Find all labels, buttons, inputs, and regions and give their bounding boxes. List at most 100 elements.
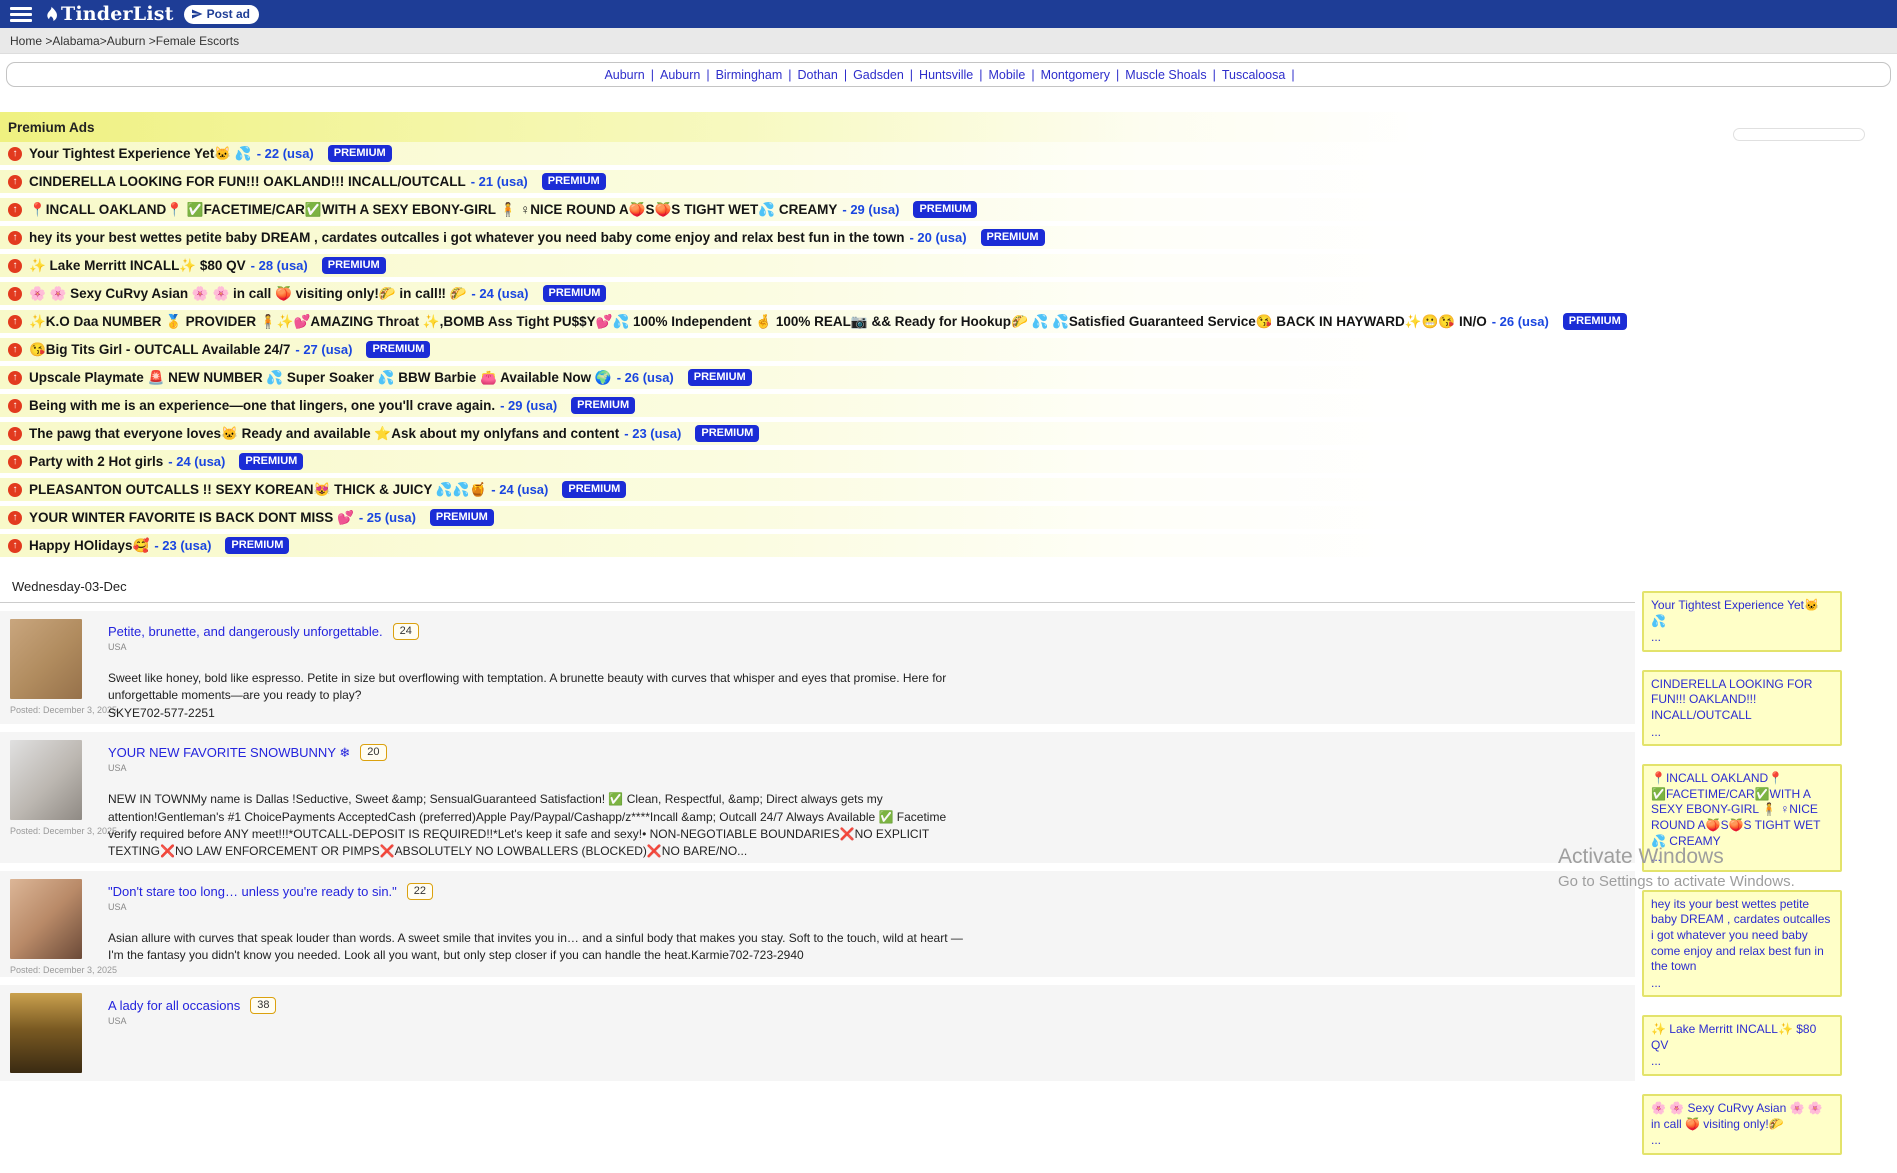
premium-ad-title[interactable]: Being with me is an experience—one that … — [29, 398, 495, 413]
city-link[interactable]: Auburn — [604, 68, 644, 82]
sidebar-box-title[interactable]: Your Tightest Experience Yet🐱 💦 — [1651, 598, 1833, 629]
premium-ad-row[interactable]: ↑ 📍INCALL OAKLAND📍 ✅FACETIME/CAR✅WITH A … — [0, 198, 1635, 221]
listing-thumbnail[interactable] — [10, 993, 82, 1073]
premium-ad-title[interactable]: 📍INCALL OAKLAND📍 ✅FACETIME/CAR✅WITH A SE… — [29, 202, 837, 218]
premium-ad-age[interactable]: - 22 (usa) — [257, 146, 314, 161]
premium-badge[interactable]: PREMIUM — [542, 173, 606, 190]
premium-ad-age[interactable]: - 21 (usa) — [471, 174, 528, 189]
listing-row: Posted: December 3, 2025 Petite, brunett… — [0, 611, 1635, 724]
premium-ad-title[interactable]: ✨K.O Daa NUMBER 🥇 PROVIDER 🧍✨💕AMAZING Th… — [29, 314, 1487, 330]
premium-ad-row[interactable]: ↑ Upscale Playmate 🚨 NEW NUMBER 💦 Super … — [0, 366, 1635, 389]
premium-ad-row[interactable]: ↑ The pawg that everyone loves🐱 Ready an… — [0, 422, 1635, 445]
premium-badge[interactable]: PREMIUM — [562, 481, 626, 498]
listing-title-link[interactable]: "Don't stare too long… unless you're rea… — [108, 884, 397, 899]
sidebar-premium-box[interactable]: 📍INCALL OAKLAND📍 ✅FACETIME/CAR✅WITH A SE… — [1642, 764, 1842, 872]
sidebar-box-title[interactable]: CINDERELLA LOOKING FOR FUN!!! OAKLAND!!!… — [1651, 677, 1833, 724]
premium-ad-row[interactable]: ↑ Party with 2 Hot girls - 24 (usa) PREM… — [0, 450, 1635, 473]
premium-badge[interactable]: PREMIUM — [695, 425, 759, 442]
premium-ad-age[interactable]: - 24 (usa) — [168, 454, 225, 469]
premium-ad-title[interactable]: CINDERELLA LOOKING FOR FUN!!! OAKLAND!!!… — [29, 174, 466, 189]
premium-ad-row[interactable]: ↑ hey its your best wettes petite baby D… — [0, 226, 1635, 249]
sidebar-box-title[interactable]: 📍INCALL OAKLAND📍 ✅FACETIME/CAR✅WITH A SE… — [1651, 771, 1833, 849]
listing-thumbnail[interactable] — [10, 619, 82, 699]
premium-ad-row[interactable]: ↑ ✨ Lake Merritt INCALL✨ $80 QV - 28 (us… — [0, 254, 1635, 277]
menu-icon[interactable] — [10, 7, 32, 22]
premium-badge[interactable]: PREMIUM — [981, 229, 1045, 246]
premium-badge[interactable]: PREMIUM — [322, 257, 386, 274]
premium-badge[interactable]: PREMIUM — [225, 537, 289, 554]
city-link[interactable]: Muscle Shoals — [1125, 68, 1206, 82]
premium-ad-row[interactable]: ↑ 🌸 🌸 Sexy CuRvy Asian 🌸 🌸 in call 🍑 vis… — [0, 282, 1635, 305]
premium-badge[interactable]: PREMIUM — [571, 397, 635, 414]
sidebar-box-title[interactable]: 🌸 🌸 Sexy CuRvy Asian 🌸 🌸 in call 🍑 visit… — [1651, 1101, 1833, 1132]
city-link[interactable]: Tuscaloosa — [1222, 68, 1285, 82]
premium-ad-age[interactable]: - 28 (usa) — [251, 258, 308, 273]
premium-badge[interactable]: PREMIUM — [239, 453, 303, 470]
city-link[interactable]: Birmingham — [716, 68, 783, 82]
premium-ad-title[interactable]: The pawg that everyone loves🐱 Ready and … — [29, 426, 619, 442]
premium-ad-row[interactable]: ↑ 😘Big Tits Girl - OUTCALL Available 24/… — [0, 338, 1635, 361]
listing-title-link[interactable]: A lady for all occasions — [108, 998, 240, 1013]
breadcrumb[interactable]: Home >Alabama>Auburn >Female Escorts — [10, 34, 239, 48]
premium-ad-row[interactable]: ↑ ✨K.O Daa NUMBER 🥇 PROVIDER 🧍✨💕AMAZING … — [0, 310, 1635, 333]
premium-ad-age[interactable]: - 20 (usa) — [909, 230, 966, 245]
sidebar-premium-box[interactable]: 🌸 🌸 Sexy CuRvy Asian 🌸 🌸 in call 🍑 visit… — [1642, 1094, 1842, 1155]
premium-ad-age[interactable]: - 29 (usa) — [500, 398, 557, 413]
premium-ad-title[interactable]: Party with 2 Hot girls — [29, 454, 163, 469]
up-arrow-icon: ↑ — [8, 483, 22, 497]
sidebar-box-title[interactable]: hey its your best wettes petite baby DRE… — [1651, 897, 1833, 975]
premium-ad-title[interactable]: Happy HOlidays🥰 — [29, 538, 149, 554]
sidebar-premium-box[interactable]: CINDERELLA LOOKING FOR FUN!!! OAKLAND!!!… — [1642, 670, 1842, 746]
premium-ad-age[interactable]: - 25 (usa) — [359, 510, 416, 525]
premium-ad-age[interactable]: - 26 (usa) — [617, 370, 674, 385]
sidebar-premium-box[interactable]: ✨ Lake Merritt INCALL✨ $80 QV ... — [1642, 1015, 1842, 1076]
city-link[interactable]: Auburn — [660, 68, 700, 82]
premium-ad-title[interactable]: Your Tightest Experience Yet🐱 💦 — [29, 146, 252, 162]
city-link[interactable]: Mobile — [988, 68, 1025, 82]
sidebar-premium-box[interactable]: hey its your best wettes petite baby DRE… — [1642, 890, 1842, 998]
premium-badge[interactable]: PREMIUM — [543, 285, 607, 302]
premium-badge[interactable]: PREMIUM — [328, 145, 392, 162]
premium-ad-age[interactable]: - 23 (usa) — [624, 426, 681, 441]
up-arrow-icon: ↑ — [8, 539, 22, 553]
sidebar-box-title[interactable]: ✨ Lake Merritt INCALL✨ $80 QV — [1651, 1022, 1833, 1053]
premium-ad-age[interactable]: - 24 (usa) — [471, 286, 528, 301]
listing-left-column: Posted: December 3, 2025 — [10, 740, 92, 861]
listing-title-link[interactable]: YOUR NEW FAVORITE SNOWBUNNY ❄ — [108, 745, 350, 761]
premium-ad-age[interactable]: - 27 (usa) — [295, 342, 352, 357]
city-separator: | — [1031, 68, 1034, 82]
premium-ad-title[interactable]: 😘Big Tits Girl - OUTCALL Available 24/7 — [29, 342, 290, 358]
premium-ad-row[interactable]: ↑ CINDERELLA LOOKING FOR FUN!!! OAKLAND!… — [0, 170, 1635, 193]
premium-badge[interactable]: PREMIUM — [1563, 313, 1627, 330]
listing-thumbnail[interactable] — [10, 879, 82, 959]
premium-badge[interactable]: PREMIUM — [430, 509, 494, 526]
premium-ad-row[interactable]: ↑ Being with me is an experience—one tha… — [0, 394, 1635, 417]
ad-scrollbar-placeholder[interactable] — [1733, 128, 1865, 141]
city-link[interactable]: Montgomery — [1041, 68, 1110, 82]
premium-ad-title[interactable]: Upscale Playmate 🚨 NEW NUMBER 💦 Super So… — [29, 370, 612, 386]
city-link[interactable]: Gadsden — [853, 68, 904, 82]
premium-ad-row[interactable]: ↑ Your Tightest Experience Yet🐱 💦 - 22 (… — [0, 142, 1635, 165]
premium-ad-title[interactable]: ✨ Lake Merritt INCALL✨ $80 QV — [29, 258, 246, 274]
city-link[interactable]: Dothan — [798, 68, 838, 82]
premium-ad-age[interactable]: - 29 (usa) — [842, 202, 899, 217]
post-ad-button[interactable]: Post ad — [184, 5, 259, 24]
premium-badge[interactable]: PREMIUM — [688, 369, 752, 386]
listing-thumbnail[interactable] — [10, 740, 82, 820]
listing-title-link[interactable]: Petite, brunette, and dangerously unforg… — [108, 624, 383, 639]
sidebar-premium-box[interactable]: Your Tightest Experience Yet🐱 💦 ... — [1642, 591, 1842, 652]
premium-ad-title[interactable]: PLEASANTON OUTCALLS !! SEXY KOREAN😻 THIC… — [29, 482, 486, 498]
premium-badge[interactable]: PREMIUM — [913, 201, 977, 218]
premium-ad-age[interactable]: - 26 (usa) — [1492, 314, 1549, 329]
premium-ad-title[interactable]: 🌸 🌸 Sexy CuRvy Asian 🌸 🌸 in call 🍑 visit… — [29, 286, 466, 302]
premium-ad-row[interactable]: ↑ Happy HOlidays🥰 - 23 (usa) PREMIUM — [0, 534, 1635, 557]
city-link[interactable]: Huntsville — [919, 68, 973, 82]
brand-logo[interactable]: TinderList — [42, 5, 174, 24]
premium-ad-title[interactable]: YOUR WINTER FAVORITE IS BACK DONT MISS 💕 — [29, 510, 354, 526]
premium-ad-title[interactable]: hey its your best wettes petite baby DRE… — [29, 230, 904, 245]
premium-ad-age[interactable]: - 24 (usa) — [491, 482, 548, 497]
premium-ad-age[interactable]: - 23 (usa) — [154, 538, 211, 553]
premium-badge[interactable]: PREMIUM — [366, 341, 430, 358]
premium-ad-row[interactable]: ↑ PLEASANTON OUTCALLS !! SEXY KOREAN😻 TH… — [0, 478, 1635, 501]
premium-ad-row[interactable]: ↑ YOUR WINTER FAVORITE IS BACK DONT MISS… — [0, 506, 1635, 529]
